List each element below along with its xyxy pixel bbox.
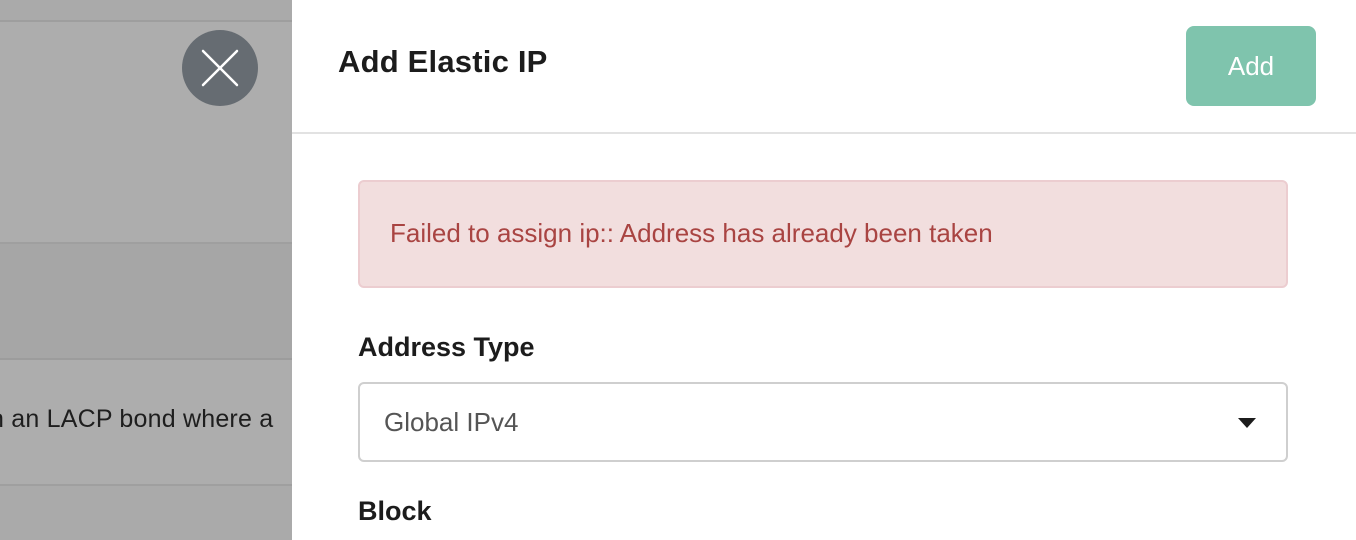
background-row	[0, 486, 292, 540]
page: n an LACP bond where a Add Elastic IP Ad…	[0, 0, 1356, 540]
block-label: Block	[358, 496, 432, 526]
caret-down-icon	[1238, 418, 1256, 428]
close-icon	[201, 49, 239, 87]
background-row	[0, 244, 292, 360]
drawer-header: Add Elastic IP Add	[292, 0, 1356, 134]
address-type-select[interactable]: Global IPv4	[358, 382, 1288, 462]
background-overlay[interactable]: n an LACP bond where a	[0, 0, 292, 540]
address-type-label: Address Type	[358, 332, 535, 362]
address-type-selected-value: Global IPv4	[384, 407, 519, 437]
drawer-title: Add Elastic IP	[338, 44, 548, 79]
add-button[interactable]: Add	[1186, 26, 1316, 106]
close-drawer-button[interactable]	[182, 30, 258, 106]
background-description-text: n an LACP bond where a	[0, 405, 274, 433]
error-alert: Failed to assign ip:: Address has alread…	[358, 180, 1288, 288]
background-row	[0, 0, 292, 22]
error-alert-message: Failed to assign ip:: Address has alread…	[390, 218, 993, 248]
add-elastic-ip-drawer: Add Elastic IP Add Failed to assign ip::…	[292, 0, 1356, 540]
